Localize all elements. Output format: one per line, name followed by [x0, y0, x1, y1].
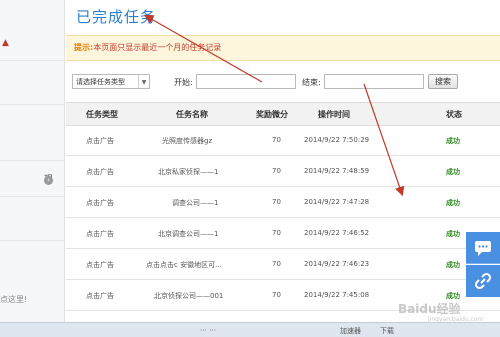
table-row: 点击广告 点击点击c 安徽地区可... 70 2014/9/22 7:46:23…	[66, 249, 500, 280]
task-name-cell: 北京私家侦探——1	[158, 168, 219, 176]
time-cell: 2014/9/22 7:50:29	[304, 136, 370, 144]
task-name-cell: 北京调查公司——1	[158, 230, 219, 238]
time-cell: 2014/9/22 7:48:59	[304, 167, 370, 175]
task-type-cell: 点击广告	[86, 230, 114, 238]
chevron-right-icon[interactable]: ›	[44, 176, 53, 185]
task-type-select-value: 请选择任务类型	[76, 78, 125, 86]
column-header: 任务类型	[86, 110, 118, 119]
status-badge: 成功	[446, 137, 460, 145]
status-badge: 成功	[446, 261, 460, 269]
column-header: 奖励微分	[256, 110, 288, 119]
points-cell: 70	[272, 136, 281, 144]
task-type-cell: 点击广告	[86, 199, 114, 207]
column-header: 操作时间	[318, 110, 350, 119]
task-type-cell: 点击广告	[86, 261, 114, 269]
notice-text: 本页面只显示最近一个月的任务记录	[93, 43, 222, 52]
page-title: 已完成任务	[76, 8, 157, 26]
task-name-cell: 调查公司——1	[172, 199, 219, 207]
points-cell: 70	[272, 229, 281, 237]
task-name-cell: 北京侦探公司——001	[154, 292, 224, 300]
sidebar-bottom-link[interactable]: 点这里!	[0, 294, 27, 305]
sidebar-divider	[0, 60, 64, 61]
sidebar-divider	[0, 240, 64, 241]
task-type-cell: 点击广告	[86, 292, 114, 300]
time-cell: 2014/9/22 7:45:08	[304, 291, 370, 299]
browser-status-bar: ⋯ ⋯ 加速器 下载	[0, 322, 500, 337]
link-button[interactable]	[466, 265, 500, 297]
sidebar-logo-icon: ▲	[2, 38, 9, 48]
time-cell: 2014/9/22 7:47:28	[304, 198, 370, 206]
filter-bar: 请选择任务类型 ▼ 开始: 结束: 搜索	[66, 72, 500, 92]
task-type-cell: 点击广告	[86, 168, 114, 176]
start-label: 开始:	[174, 78, 193, 87]
status-badge: 成功	[446, 230, 460, 238]
notice-label: 提示:	[74, 43, 94, 52]
status-badge: 成功	[446, 168, 460, 176]
task-type-cell: 点击广告	[86, 137, 114, 145]
table-row: 点击广告 北京调查公司——1 70 2014/9/22 7:46:52 成功	[66, 218, 500, 249]
status-bar-handle[interactable]: ⋯ ⋯	[200, 326, 216, 334]
table-row: 点击广告 光照度传感器gz 70 2014/9/22 7:50:29 成功	[66, 125, 500, 156]
status-bar-accelerator[interactable]: 加速器	[340, 326, 361, 336]
column-header: 状态	[446, 110, 462, 119]
points-cell: 70	[272, 167, 281, 175]
points-cell: 70	[272, 291, 281, 299]
chevron-down-icon[interactable]: ▼	[138, 75, 149, 88]
end-date-input[interactable]	[324, 74, 424, 89]
table-row: 点击广告 调查公司——1 70 2014/9/22 7:47:28 成功	[66, 187, 500, 218]
sidebar-divider	[0, 160, 64, 161]
search-button[interactable]: 搜索	[428, 74, 458, 89]
end-label: 结束:	[302, 78, 321, 87]
start-date-input[interactable]	[196, 74, 296, 89]
points-cell: 70	[272, 198, 281, 206]
table-header: 任务类型 任务名称 奖励微分 操作时间 状态	[66, 102, 500, 126]
main-content: 已完成任务 提示:本页面只显示最近一个月的任务记录 请选择任务类型 ▼ 开始: …	[66, 0, 500, 322]
chat-icon	[475, 241, 491, 256]
sidebar-divider	[0, 104, 64, 105]
status-badge: 成功	[446, 199, 460, 207]
sidebar-divider	[0, 196, 64, 197]
notice-bar: 提示:本页面只显示最近一个月的任务记录	[66, 35, 500, 61]
time-cell: 2014/9/22 7:46:52	[304, 229, 370, 237]
watermark-logo: Baidu经验	[398, 302, 461, 316]
table-row: 点击广告 北京私家侦探——1 70 2014/9/22 7:48:59 成功	[66, 156, 500, 187]
status-bar-download[interactable]: 下载	[380, 326, 394, 336]
task-type-select[interactable]: 请选择任务类型 ▼	[72, 74, 150, 89]
time-cell: 2014/9/22 7:46:23	[304, 260, 370, 268]
task-name-cell: 点击点击c 安徽地区可...	[146, 261, 222, 269]
column-header: 任务名称	[176, 110, 208, 119]
link-icon	[474, 272, 492, 290]
task-name-cell: 光照度传感器gz	[162, 137, 213, 145]
points-cell: 70	[272, 260, 281, 268]
chat-button[interactable]	[466, 232, 500, 264]
sidebar: ▲ 现 › 点这里!	[0, 0, 65, 322]
